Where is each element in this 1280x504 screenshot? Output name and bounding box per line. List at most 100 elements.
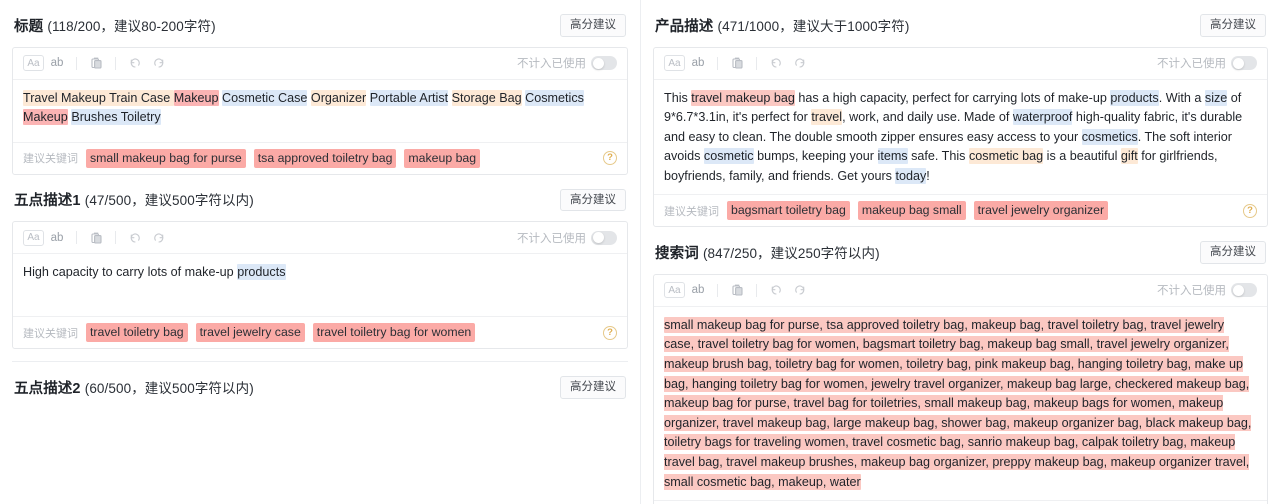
clipboard-icon[interactable]: [85, 227, 107, 249]
section-bullet-1-name: 五点描述1: [14, 193, 81, 210]
toolbar-divider: [76, 231, 77, 245]
font-size-icon[interactable]: Aa: [664, 282, 685, 299]
toolbar-title: Aa ab 不计入已使用: [13, 48, 627, 80]
letter-case-icon[interactable]: ab: [46, 52, 68, 74]
toggle-switch[interactable]: [591, 56, 617, 71]
toggle-switch[interactable]: [591, 230, 617, 245]
toolbar-divider: [717, 56, 718, 70]
keyword-chip[interactable]: makeup bag: [404, 148, 481, 168]
score-suggestion-button-bullet-1[interactable]: 高分建议: [560, 188, 626, 212]
letter-case-icon[interactable]: ab: [46, 227, 68, 249]
section-title-name: 标题: [14, 18, 44, 35]
section-search-terms-name: 搜索词: [655, 245, 699, 262]
title-text-area[interactable]: Travel Makeup Train Case Makeup Cosmetic…: [13, 80, 627, 142]
toolbar-divider: [717, 283, 718, 297]
highlighted-keyword: travel: [811, 109, 843, 126]
keyword-chip[interactable]: bagsmart toiletry bag: [727, 201, 850, 221]
keyword-chip[interactable]: tsa approved toiletry bag: [253, 148, 397, 168]
toggle-label: 不计入已使用: [517, 232, 586, 245]
keyword-bar-description: 建议关键词 bagsmart toiletry bag makeup bag sm…: [654, 194, 1267, 226]
help-icon[interactable]: ?: [1243, 203, 1257, 218]
score-suggestion-button-bullet-2[interactable]: 高分建议: [560, 376, 626, 399]
redo-icon[interactable]: [148, 52, 170, 74]
toolbar-divider-2: [115, 231, 116, 245]
keyword-chip[interactable]: travel toiletry bag: [86, 323, 188, 343]
section-search-terms-meta: (847/250，建议250字符以内): [702, 245, 880, 261]
highlighted-keyword: products: [237, 264, 286, 281]
toolbar-bullet-1: Aa ab 不计入已使用: [13, 222, 627, 255]
highlighted-keyword: gift: [1120, 148, 1138, 165]
keyword-bar-search-terms: 建议关键词 makeup brush bag (1)toiletry bag f…: [654, 500, 1267, 504]
section-search-terms-label: 搜索词 (847/250，建议250字符以内): [655, 242, 880, 263]
keyword-chip[interactable]: small makeup bag for purse: [86, 148, 246, 168]
exclude-used-toggle-title[interactable]: 不计入已使用: [517, 55, 617, 71]
section-title-header: 标题 (118/200，建议80-200字符) 高分建议: [12, 10, 628, 47]
section-bullet-2-meta: (60/500，建议500字符以内): [84, 381, 254, 397]
highlighted-keyword: Cosmetics: [525, 89, 584, 106]
undo-icon[interactable]: [124, 227, 146, 249]
section-bullet-2: 五点描述2 (60/500，建议500字符以内) 高分建议: [12, 362, 628, 409]
section-bullet-1-meta: (47/500，建议500字符以内): [84, 193, 254, 209]
toggle-label: 不计入已使用: [517, 58, 586, 71]
highlighted-keyword: small makeup bag for purse, tsa approved…: [664, 316, 1252, 490]
letter-case-icon[interactable]: ab: [687, 52, 709, 74]
highlighted-keyword: products: [1110, 89, 1159, 106]
section-search-terms: 搜索词 (847/250，建议250字符以内) 高分建议 Aa ab 不计入已使…: [653, 237, 1268, 504]
clipboard-icon[interactable]: [85, 52, 107, 74]
toolbar-divider-2: [756, 56, 757, 70]
highlighted-keyword: Organizer: [310, 89, 367, 106]
keyword-chip[interactable]: travel toiletry bag for women: [312, 323, 476, 343]
redo-icon[interactable]: [789, 279, 811, 301]
toolbar-tools: Aa ab: [23, 52, 170, 74]
keyword-bar-label: 建议关键词: [664, 205, 719, 218]
clipboard-icon[interactable]: [726, 52, 748, 74]
undo-icon[interactable]: [765, 279, 787, 301]
keyword-chip[interactable]: travel jewelry organizer: [973, 201, 1109, 221]
toggle-switch[interactable]: [1231, 56, 1257, 71]
section-description-label: 产品描述 (471/1000，建议大于1000字符): [655, 15, 909, 36]
editor-search-terms: Aa ab 不计入已使用 small makeup bag for purse,…: [653, 273, 1268, 504]
keyword-chips-bullet-1: travel toiletry bag travel jewelry case tr…: [86, 323, 595, 343]
highlighted-keyword: Cosmetic Case: [222, 89, 308, 106]
bullet-1-text-area[interactable]: High capacity to carry lots of make-up p…: [13, 254, 627, 316]
exclude-used-toggle-description[interactable]: 不计入已使用: [1157, 55, 1257, 71]
keyword-bar-title: 建议关键词 small makeup bag for purse tsa appr…: [13, 141, 627, 174]
exclude-used-toggle-search-terms[interactable]: 不计入已使用: [1157, 282, 1257, 298]
help-icon[interactable]: ?: [603, 325, 617, 340]
toolbar-divider: [76, 56, 77, 70]
score-suggestion-button-title[interactable]: 高分建议: [560, 14, 626, 37]
redo-icon[interactable]: [789, 52, 811, 74]
keyword-chip[interactable]: makeup bag small: [857, 201, 966, 221]
font-size-icon[interactable]: Aa: [664, 55, 685, 72]
keyword-chip[interactable]: travel jewelry case: [195, 323, 305, 343]
font-size-icon[interactable]: Aa: [23, 229, 44, 246]
redo-icon[interactable]: [148, 227, 170, 249]
keyword-bar-label: 建议关键词: [23, 327, 78, 340]
toggle-label: 不计入已使用: [1157, 58, 1226, 71]
highlighted-keyword: travel makeup bag: [691, 89, 795, 106]
highlighted-keyword: Makeup: [23, 109, 68, 126]
score-suggestion-button-search-terms[interactable]: 高分建议: [1200, 241, 1266, 264]
toolbar-tools: Aa ab: [664, 279, 811, 301]
undo-icon[interactable]: [765, 52, 787, 74]
editor-bullet-1: Aa ab 不计入已使用 High capacity to carry lots…: [12, 221, 628, 350]
search-terms-text-area[interactable]: small makeup bag for purse, tsa approved…: [654, 307, 1267, 500]
highlighted-keyword: Storage Bag: [451, 89, 522, 106]
toolbar-divider-2: [115, 56, 116, 70]
toggle-switch[interactable]: [1231, 283, 1257, 298]
exclude-used-toggle-bullet-1[interactable]: 不计入已使用: [517, 230, 617, 246]
description-text-area[interactable]: This travel makeup bag has a high capaci…: [654, 80, 1267, 195]
right-column: 产品描述 (471/1000，建议大于1000字符) 高分建议 Aa ab 不计…: [640, 0, 1280, 504]
clipboard-icon[interactable]: [726, 279, 748, 301]
toggle-label: 不计入已使用: [1157, 285, 1226, 298]
font-size-icon[interactable]: Aa: [23, 55, 44, 72]
undo-icon[interactable]: [124, 52, 146, 74]
left-column: 标题 (118/200，建议80-200字符) 高分建议 Aa ab 不计入已使…: [0, 0, 640, 504]
score-suggestion-button-description[interactable]: 高分建议: [1200, 14, 1266, 37]
highlighted-keyword: Travel Makeup Train Case: [23, 89, 174, 106]
section-title-meta: (118/200，建议80-200字符): [47, 18, 216, 34]
help-icon[interactable]: ?: [603, 151, 617, 166]
section-bullet-1-header: 五点描述1 (47/500，建议500字符以内) 高分建议: [12, 185, 628, 222]
letter-case-icon[interactable]: ab: [687, 279, 709, 301]
highlighted-keyword: today: [895, 167, 927, 184]
